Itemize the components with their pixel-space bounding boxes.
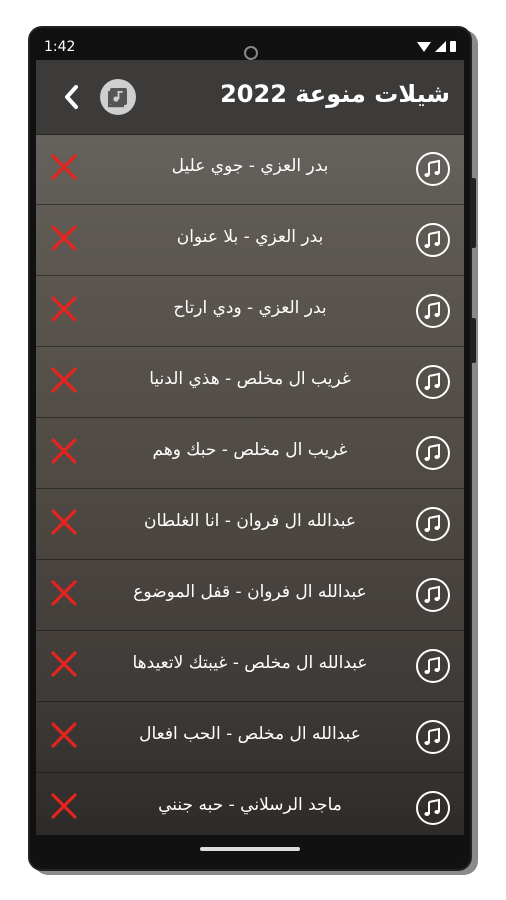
wifi-icon [417,41,431,52]
library-music-icon [108,88,127,108]
track-row[interactable]: غريب ال مخلص - هذي الدنيا [36,347,464,418]
music-note-icon[interactable] [416,436,450,470]
track-title: عبدالله ال فروان - انا الغلطان [144,511,356,531]
delete-x-icon[interactable] [50,721,78,749]
music-note-glyph [424,372,440,390]
screen: 1:42 شيلات منوعة 2022 بدر العزي - جوي عل… [36,36,464,861]
delete-x-icon[interactable] [50,650,78,678]
navigation-bar [36,835,464,861]
status-icons [417,41,456,52]
track-row[interactable]: عبدالله ال مخلص - الحب افعال [36,702,464,773]
track-title: غريب ال مخلص - حبك وهم [152,440,348,460]
track-row[interactable]: غريب ال مخلص - حبك وهم [36,418,464,489]
music-note-glyph [424,443,440,461]
track-title: عبدالله ال فروان - قفل الموضوع [133,582,367,602]
delete-x-icon[interactable] [50,508,78,536]
music-note-icon[interactable] [416,365,450,399]
music-note-icon[interactable] [416,152,450,186]
track-title: بدر العزي - ودي ارتاح [173,298,327,318]
music-note-icon[interactable] [416,294,450,328]
delete-x-icon[interactable] [50,224,78,252]
chevron-back-icon[interactable] [58,82,88,112]
battery-icon [450,41,456,52]
track-row[interactable]: بدر العزي - ودي ارتاح [36,276,464,347]
power-button [471,318,476,363]
music-note-glyph [424,585,440,603]
music-note-icon[interactable] [416,720,450,754]
music-note-icon[interactable] [416,649,450,683]
music-note-glyph [424,656,440,674]
track-title: عبدالله ال مخلص - غيبتك لاتعيدها [132,653,368,673]
music-note-glyph [424,159,440,177]
track-row[interactable]: عبدالله ال مخلص - غيبتك لاتعيدها [36,631,464,702]
track-title: ماجد الرسلاني - حبه جنني [158,795,342,815]
camera-icon [244,46,258,60]
phone-frame: 1:42 شيلات منوعة 2022 بدر العزي - جوي عل… [28,26,476,871]
delete-x-icon[interactable] [50,295,78,323]
track-title: بدر العزي - جوي عليل [171,156,329,176]
delete-x-icon[interactable] [50,153,78,181]
music-note-glyph [424,514,440,532]
page-title: شيلات منوعة 2022 [220,80,450,108]
status-time: 1:42 [44,39,76,55]
delete-x-icon[interactable] [50,437,78,465]
track-row[interactable]: عبدالله ال فروان - انا الغلطان [36,489,464,560]
track-list: بدر العزي - جوي عليل بدر العزي - بلا عنوا… [36,134,464,844]
track-title: غريب ال مخلص - هذي الدنيا [149,369,351,389]
delete-x-icon[interactable] [50,579,78,607]
home-indicator[interactable] [200,847,300,851]
app-bar: شيلات منوعة 2022 [36,60,464,135]
music-note-icon[interactable] [416,791,450,825]
delete-x-icon[interactable] [50,366,78,394]
track-title: بدر العزي - بلا عنوان [176,227,324,247]
track-row[interactable]: عبدالله ال فروان - قفل الموضوع [36,560,464,631]
delete-x-icon[interactable] [50,792,78,820]
volume-button [471,178,476,248]
music-note-glyph [424,230,440,248]
music-note-icon[interactable] [416,507,450,541]
music-note-glyph [424,727,440,745]
track-row[interactable]: بدر العزي - بلا عنوان [36,205,464,276]
playlist-button[interactable] [100,79,136,115]
track-title: عبدالله ال مخلص - الحب افعال [139,724,361,744]
music-note-icon[interactable] [416,223,450,257]
music-note-glyph [424,301,440,319]
status-bar: 1:42 [36,36,464,60]
track-row[interactable]: ماجد الرسلاني - حبه جنني [36,773,464,844]
music-note-glyph [424,798,440,816]
track-row[interactable]: بدر العزي - جوي عليل [36,134,464,205]
music-note-icon[interactable] [416,578,450,612]
signal-icon [435,41,446,52]
